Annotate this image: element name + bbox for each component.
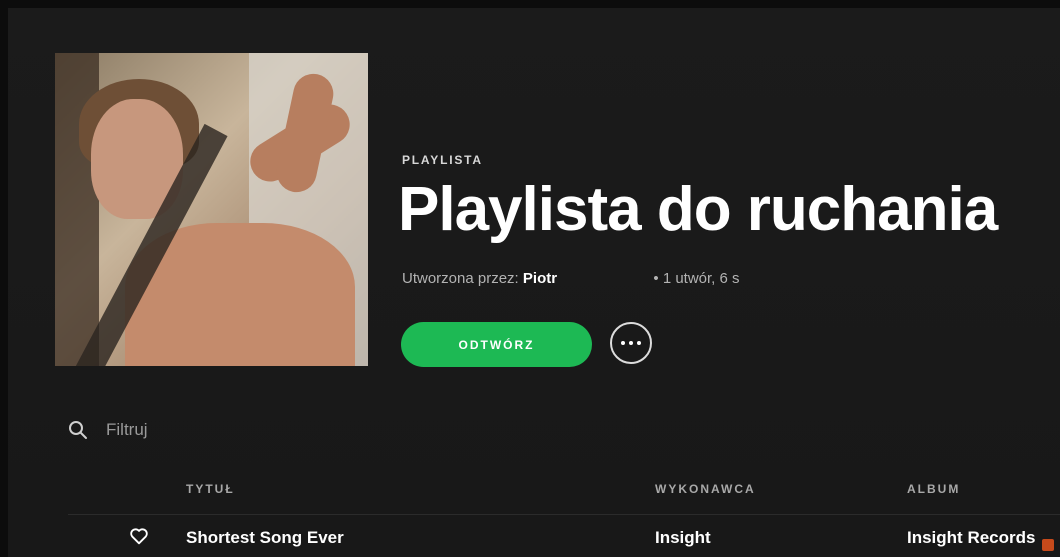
track-artist[interactable]: Insight [655, 528, 711, 548]
playlist-title: Playlista do ruchania [398, 175, 998, 244]
track-album[interactable]: Insight Records [907, 528, 1035, 548]
table-header-divider [68, 514, 1060, 515]
column-header-album[interactable]: ALBUM [907, 482, 960, 496]
column-header-artist[interactable]: WYKONAWCA [655, 482, 756, 496]
watermark [1042, 539, 1054, 551]
search-icon [69, 421, 87, 439]
meta-created-by-label: Utworzona przez: [402, 270, 519, 287]
play-button[interactable]: ODTWÓRZ [401, 322, 592, 367]
heart-icon[interactable] [128, 525, 150, 547]
track-count-duration: • 1 utwór, 6 s [653, 270, 740, 287]
more-icon [621, 341, 625, 345]
track-title[interactable]: Shortest Song Ever [186, 528, 344, 548]
more-options-button[interactable] [610, 322, 652, 364]
playlist-cover-image [55, 53, 368, 366]
filter-input[interactable] [104, 419, 248, 441]
playlist-meta: Utworzona przez: Piotr • 1 utwór, 6 s [402, 270, 740, 287]
table-row[interactable]: Shortest Song Ever Insight Insight Recor… [68, 520, 1060, 557]
redacted-area [565, 273, 646, 286]
filter-bar [68, 419, 248, 441]
playlist-type-label: PLAYLISTA [402, 153, 483, 167]
owner-link[interactable]: Piotr [523, 270, 557, 287]
column-header-title[interactable]: TYTUŁ [186, 482, 235, 496]
